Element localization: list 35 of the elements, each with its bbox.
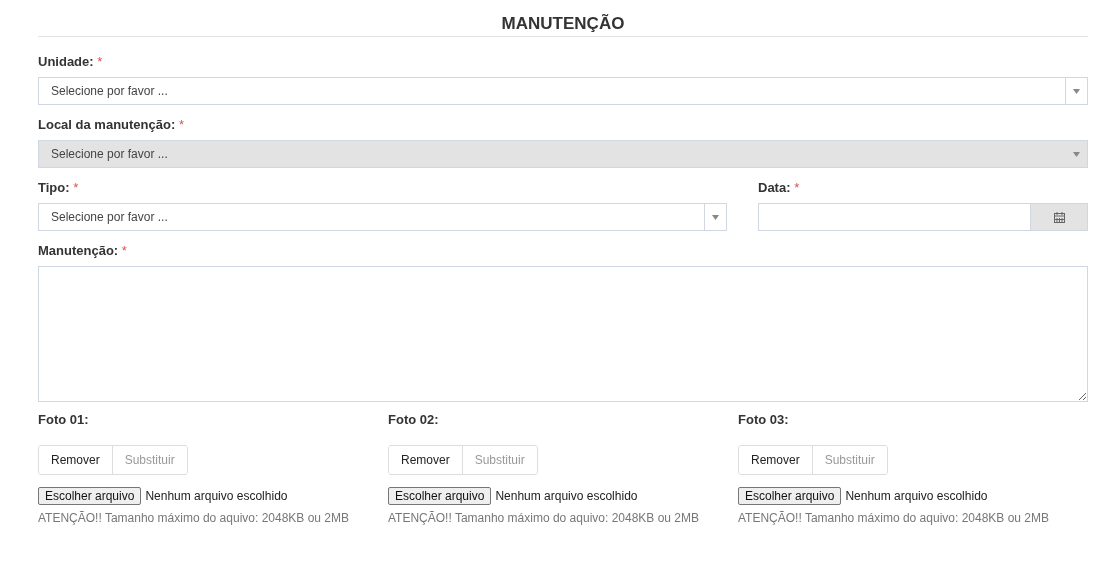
field-label: Local da manutenção: * bbox=[38, 117, 185, 134]
required-mark: * bbox=[121, 243, 127, 258]
text-area[interactable] bbox=[38, 266, 1088, 402]
size-warning: ATENÇÃO!! Tamanho máximo do aquivo: 2048KB ou 2MB bbox=[738, 511, 1051, 525]
field-label: Data: * bbox=[758, 180, 801, 197]
photo-label: Foto 03: bbox=[738, 412, 790, 429]
required-mark: * bbox=[97, 54, 103, 69]
date-field[interactable] bbox=[758, 203, 1030, 231]
select-field[interactable]: Selecione por favor ... bbox=[38, 203, 727, 231]
select-field[interactable]: Selecione por favor ... bbox=[38, 77, 1088, 105]
field-label: Manutenção: * bbox=[38, 243, 128, 260]
calendar-button[interactable] bbox=[1030, 203, 1088, 231]
caret-icon bbox=[1073, 151, 1080, 157]
required-mark: * bbox=[73, 180, 79, 195]
size-warning: ATENÇÃO!! Tamanho máximo do aquivo: 2048KB ou 2MB bbox=[388, 511, 701, 525]
file-status: Nenhum arquivo escolhido bbox=[495, 489, 638, 503]
photo-label: Foto 02: bbox=[388, 412, 440, 429]
choose-file-button[interactable]: Escolher arquivo bbox=[388, 487, 492, 505]
required-mark: * bbox=[794, 180, 800, 195]
caret-icon bbox=[712, 214, 719, 220]
select-placeholder: Selecione por favor ... bbox=[50, 146, 169, 163]
file-status: Nenhum arquivo escolhido bbox=[845, 489, 988, 503]
file-status: Nenhum arquivo escolhido bbox=[145, 489, 288, 503]
required-mark: * bbox=[178, 117, 184, 132]
size-warning: ATENÇÃO!! Tamanho máximo do aquivo: 2048KB ou 2MB bbox=[38, 511, 351, 525]
choose-file-button[interactable]: Escolher arquivo bbox=[38, 487, 142, 505]
page-title: MANUTENÇÃO bbox=[501, 14, 625, 34]
field-label: Tipo: * bbox=[38, 180, 80, 197]
caret-icon bbox=[1073, 88, 1080, 94]
select-placeholder: Selecione por favor ... bbox=[50, 209, 169, 226]
field-label: Unidade: * bbox=[38, 54, 104, 71]
choose-file-button[interactable]: Escolher arquivo bbox=[738, 487, 842, 505]
calendar-icon bbox=[1053, 211, 1065, 223]
photo-label: Foto 01: bbox=[38, 412, 90, 429]
select-placeholder: Selecione por favor ... bbox=[50, 83, 169, 100]
